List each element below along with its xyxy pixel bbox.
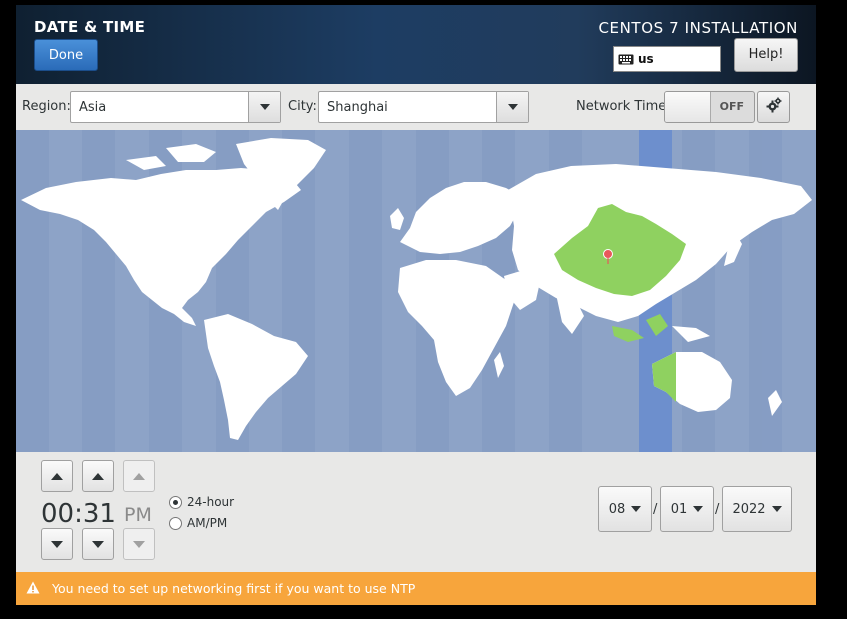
month-select[interactable]: 08 [598,486,652,532]
format-ampm-radio[interactable]: AM/PM [169,516,227,530]
installation-title: CENTOS 7 INSTALLATION [598,19,798,37]
minutes-value: 31 [82,499,116,529]
keyboard-icon [618,50,634,69]
ntp-config-button[interactable] [757,91,790,123]
chevron-down-icon [771,506,782,512]
chevron-down-icon [693,506,704,512]
hours-decrement-button[interactable] [41,528,73,560]
day-select[interactable]: 01 [660,486,714,532]
help-button[interactable]: Help! [734,38,798,72]
keyboard-layout-label: us [638,52,654,66]
ampm-increment-button[interactable] [123,460,155,492]
chevron-down-icon [631,506,642,512]
chevron-down-icon[interactable] [248,92,280,122]
radio-indicator[interactable] [169,516,182,530]
region-value: Asia [79,100,107,115]
warning-icon [26,579,40,598]
warning-bar: You need to set up networking first if y… [16,572,816,605]
region-combo[interactable]: Asia [70,91,281,123]
minutes-increment-button[interactable] [82,460,114,492]
keyboard-layout-indicator[interactable]: us [613,46,721,72]
day-value: 01 [670,501,688,517]
format-24h-label: 24-hour [187,495,235,509]
date-separator: / [715,502,720,517]
hours-value: 00 [41,499,75,529]
spoke-title: DATE & TIME [34,18,146,36]
timezone-toolbar: Region: Asia City: Shanghai Network Time… [16,84,816,130]
radio-selected-indicator[interactable] [169,495,182,509]
network-time-switch[interactable]: OFF [664,91,755,123]
region-label: Region: [22,99,71,114]
ampm-value: PM [124,504,152,526]
minutes-decrement-button[interactable] [82,528,114,560]
chevron-down-icon[interactable] [496,92,528,122]
header-bar: DATE & TIME Done CENTOS 7 INSTALLATION u… [16,5,816,84]
network-time-label: Network Time [576,99,667,114]
switch-state: OFF [719,100,744,113]
time-date-panel: 00:31 PM 24-hour AM/PM 08 / 01 / 2022 [16,452,816,572]
date-time-window: DATE & TIME Done CENTOS 7 INSTALLATION u… [16,5,816,605]
switch-knob[interactable] [665,92,711,122]
date-separator: / [653,502,658,517]
year-value: 2022 [732,501,766,517]
format-24h-radio[interactable]: 24-hour [169,495,234,509]
city-label: City: [288,99,317,114]
month-value: 08 [608,501,626,517]
city-combo[interactable]: Shanghai [318,91,529,123]
time-separator: : [74,499,83,529]
hours-increment-button[interactable] [41,460,73,492]
world-map[interactable] [16,130,816,452]
warning-message: You need to set up networking first if y… [52,581,416,596]
done-button[interactable]: Done [34,39,98,71]
city-value: Shanghai [327,100,388,115]
ampm-decrement-button[interactable] [123,528,155,560]
gear-icon [766,97,782,117]
year-select[interactable]: 2022 [722,486,792,532]
time-display: 00:31 [41,499,116,529]
timezone-map[interactable] [16,130,816,452]
format-ampm-label: AM/PM [187,516,228,530]
